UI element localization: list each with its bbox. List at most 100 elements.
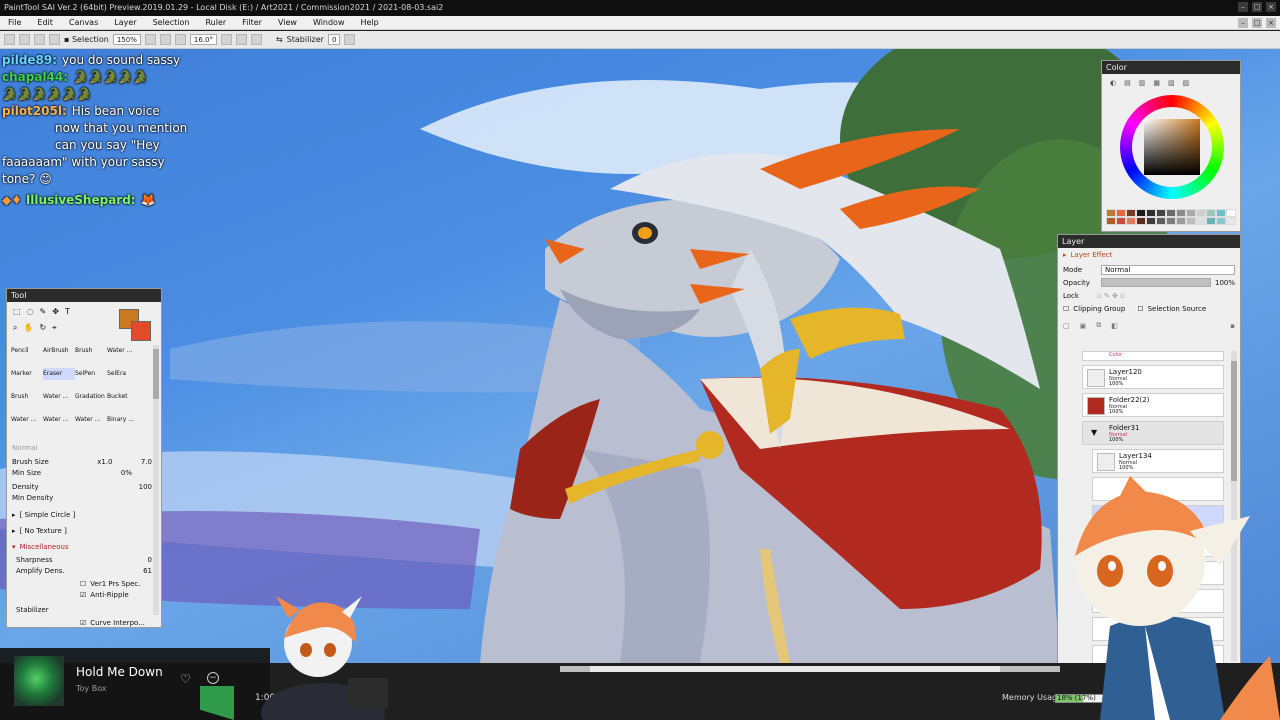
tool-selera[interactable]: SelEra (107, 368, 139, 380)
opacity-slider[interactable] (1101, 278, 1211, 287)
wheel-mode-icon[interactable]: ◐ (1110, 79, 1116, 87)
palette-swatch[interactable] (1226, 217, 1236, 225)
ver1-row[interactable]: ☐ Ver1 Prs Spec. (12, 580, 152, 588)
shape-row[interactable]: ▸ [ Simple Circle ] (12, 511, 152, 519)
misc-header[interactable]: ▾ Miscellaneous (12, 543, 152, 551)
canvas-hscrollbar[interactable] (560, 666, 1060, 672)
palette-swatch[interactable] (1226, 209, 1236, 217)
duplicate-layer-icon[interactable]: ⧉ (1096, 321, 1101, 330)
tool-panel-scrollbar[interactable] (153, 345, 159, 615)
zoom-field[interactable]: 150% (112, 34, 141, 45)
tool-water-4[interactable]: Water ... (43, 414, 75, 426)
texture-row[interactable]: ▸ [ No Texture ] (12, 527, 152, 535)
sharpness-value[interactable]: 0 (148, 556, 152, 564)
menu-canvas[interactable]: Canvas (61, 16, 106, 29)
palette-swatch[interactable] (1126, 217, 1136, 225)
min-size-value[interactable]: 0% (121, 469, 132, 477)
new-icon[interactable] (4, 34, 15, 45)
palette-swatch[interactable] (1146, 217, 1156, 225)
palette-swatch[interactable] (1106, 217, 1116, 225)
brush-size-value[interactable]: 7.0 (141, 458, 152, 466)
layer-item[interactable]: Layer120 Normal 100% (1082, 365, 1224, 389)
tool-bucket[interactable]: Bucket (107, 391, 139, 403)
palette-swatch[interactable] (1146, 209, 1156, 217)
zoom-icon[interactable]: ⌕ (13, 323, 17, 333)
menu-file[interactable]: File (0, 16, 29, 29)
zoom-out-icon[interactable] (144, 34, 156, 45)
menu-help[interactable]: Help (353, 16, 387, 29)
tool-eraser[interactable]: Eraser (43, 368, 75, 380)
doc-minimize-button[interactable]: – (1238, 18, 1248, 28)
tool-selpen[interactable]: SelPen (75, 368, 107, 380)
close-button[interactable]: × (1266, 2, 1276, 12)
move-icon[interactable]: ✥ (52, 307, 59, 316)
hsv-mode-icon[interactable]: ▥ (1139, 79, 1146, 87)
scrollbar-thumb[interactable] (590, 666, 1000, 672)
menu-edit[interactable]: Edit (29, 16, 61, 29)
tool-water-2[interactable]: Water ... (43, 391, 75, 403)
layer-effect-row[interactable]: ▸ Layer Effect (1063, 251, 1235, 259)
menu-layer[interactable]: Layer (106, 16, 144, 29)
open-icon[interactable] (19, 34, 30, 45)
tool-water-5[interactable]: Water ... (75, 414, 107, 426)
palette-swatch[interactable] (1166, 217, 1176, 225)
rotate-right-icon[interactable] (235, 34, 247, 45)
selection-toggle[interactable]: ▪ Selection (64, 35, 109, 44)
rotate-reset-icon[interactable] (250, 34, 262, 45)
clipping-checkbox[interactable]: ☐ (1063, 305, 1069, 313)
minus-icon[interactable]: − (207, 672, 219, 684)
zoom-reset-icon[interactable] (174, 34, 186, 45)
menu-filter[interactable]: Filter (234, 16, 270, 29)
mode-select[interactable]: Normal (1101, 265, 1235, 275)
palette-swatch[interactable] (1196, 217, 1206, 225)
palette-swatch[interactable] (1166, 209, 1176, 217)
palette-swatch[interactable] (1186, 209, 1196, 217)
folder-item[interactable]: ▼ Folder31 Normal 100% (1082, 421, 1224, 445)
palette-swatch[interactable] (1136, 217, 1146, 225)
tool-brush-2[interactable]: Brush (11, 391, 43, 403)
select-icon[interactable]: ⬚ (13, 307, 21, 316)
layer-item[interactable]: Layer134 Normal 100% (1092, 449, 1224, 473)
palette-swatch[interactable] (1156, 209, 1166, 217)
rotation-field[interactable]: 16.0° (189, 34, 217, 45)
palette-swatch[interactable] (1116, 217, 1126, 225)
tool-water-1[interactable]: Water ... (107, 345, 139, 357)
palette-swatch[interactable] (1106, 209, 1116, 217)
curve-row[interactable]: ☑ Curve Interpo... (12, 619, 152, 627)
density-value[interactable]: 100 (139, 483, 152, 491)
rotate-left-icon[interactable] (220, 34, 232, 45)
heart-icon[interactable]: ♡ (180, 672, 191, 686)
eyedropper-icon[interactable]: ⌖ (52, 323, 57, 333)
tool-pencil[interactable]: Pencil (11, 345, 43, 357)
tool-marker[interactable]: Marker (11, 368, 43, 380)
text-icon[interactable]: T (65, 307, 70, 316)
tool-brush[interactable]: Brush (75, 345, 107, 357)
palette-swatch[interactable] (1126, 209, 1136, 217)
delete-layer-icon[interactable]: ▪ (1230, 322, 1235, 330)
palette-swatch[interactable] (1196, 209, 1206, 217)
rotate-icon[interactable]: ↻ (39, 323, 46, 333)
palette-swatch[interactable] (1176, 209, 1186, 217)
palette-swatch[interactable] (1206, 209, 1216, 217)
palette-swatch[interactable] (1216, 217, 1226, 225)
brush-size-mult[interactable]: x1.0 (97, 458, 112, 466)
layer-item[interactable]: Color (1082, 351, 1224, 361)
stabilizer-dropdown-icon[interactable] (344, 34, 356, 45)
antiripple-row[interactable]: ☑ Anti-Ripple (12, 591, 152, 599)
menu-selection[interactable]: Selection (145, 16, 198, 29)
pen-icon[interactable]: ✎ (40, 307, 47, 316)
tool-water-3[interactable]: Water ... (11, 414, 43, 426)
scrollbar-thumb[interactable] (153, 349, 159, 399)
palette-swatch[interactable] (1156, 217, 1166, 225)
scrollbar-thumb[interactable] (1231, 361, 1237, 481)
blend-mode-row[interactable]: Normal (12, 444, 152, 452)
flip-icon[interactable]: ⇆ (276, 35, 283, 44)
palette-swatch[interactable] (1206, 217, 1216, 225)
doc-restore-button[interactable]: □ (1252, 18, 1262, 28)
amplify-value[interactable]: 61 (143, 567, 152, 575)
stabilizer-field[interactable]: 0 (327, 34, 341, 45)
zoom-in-icon[interactable] (159, 34, 171, 45)
menu-ruler[interactable]: Ruler (197, 16, 234, 29)
curve-checkbox[interactable]: ☑ (80, 619, 86, 627)
palette-mode-icon[interactable]: ▨ (1183, 79, 1190, 87)
